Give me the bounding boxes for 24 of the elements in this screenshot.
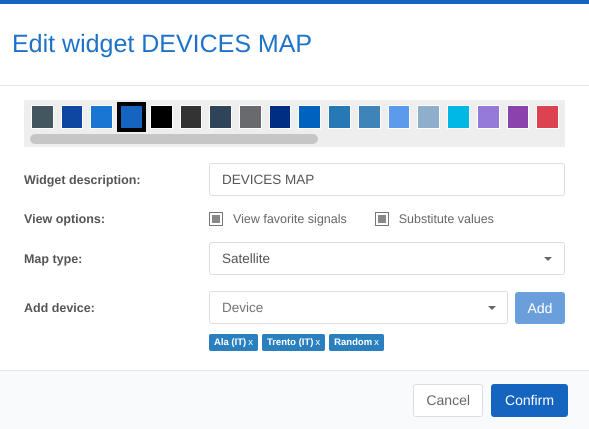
remove-tag-button[interactable]: x bbox=[374, 337, 379, 348]
device-dropdown[interactable]: Device bbox=[209, 291, 508, 324]
scrollbar-thumb[interactable] bbox=[30, 134, 318, 144]
caret-icon bbox=[544, 256, 552, 260]
device-tag: Ala (IT) x bbox=[209, 334, 258, 351]
confirm-button[interactable]: Confirm bbox=[490, 384, 568, 416]
remove-tag-button[interactable]: x bbox=[248, 337, 253, 348]
device-tag: Trento (IT) x bbox=[262, 334, 326, 351]
device-tag: Random x bbox=[329, 334, 384, 351]
field-label: Add device: bbox=[24, 300, 96, 314]
field-label: Widget description: bbox=[24, 172, 142, 186]
field-label: View options: bbox=[24, 212, 106, 226]
description-field[interactable]: DEVICES MAP bbox=[209, 163, 565, 196]
field-label: Map type: bbox=[24, 252, 84, 266]
checkbox-label: View favorite signals bbox=[233, 212, 347, 226]
color-swatch[interactable] bbox=[117, 102, 146, 132]
checkbox-label: Substitute values bbox=[398, 212, 494, 226]
checkbox[interactable] bbox=[374, 212, 389, 226]
map-type-dropdown[interactable]: Satellite bbox=[209, 242, 565, 275]
caret-icon bbox=[488, 306, 496, 310]
cancel-button[interactable]: Cancel bbox=[413, 384, 483, 416]
dialog-title: Edit widget DEVICES MAP bbox=[12, 30, 312, 59]
checkbox[interactable] bbox=[209, 212, 223, 226]
remove-tag-button[interactable]: x bbox=[315, 337, 320, 348]
